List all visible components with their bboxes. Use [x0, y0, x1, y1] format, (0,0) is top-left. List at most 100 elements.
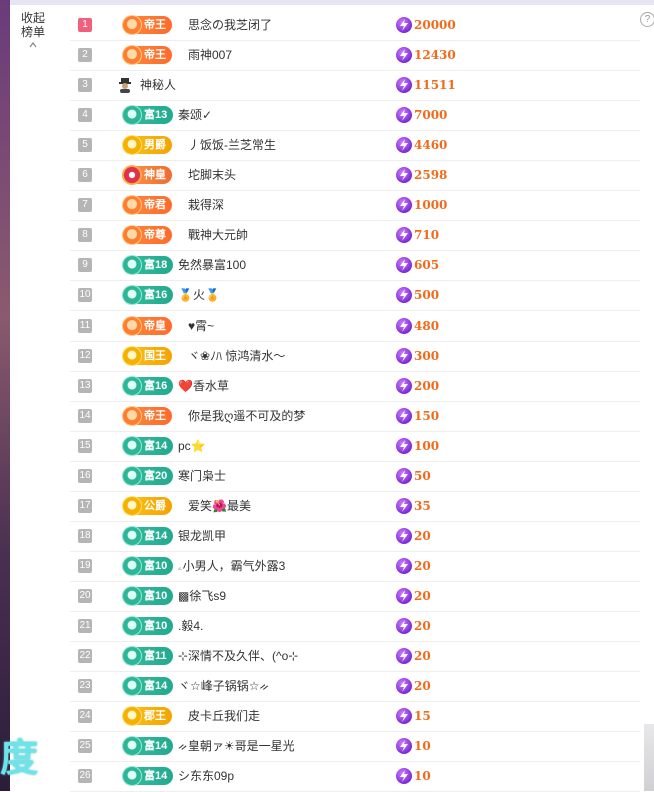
- level-badge-icon: [122, 135, 142, 155]
- level-badge: 富14: [122, 436, 174, 456]
- user-name[interactable]: 秦颂✓: [178, 107, 212, 123]
- lightning-coin-icon: [396, 648, 412, 664]
- ranking-row[interactable]: 4 富13 秦颂✓ 7000: [70, 100, 640, 131]
- level-badge: 富16: [122, 285, 174, 305]
- user-name[interactable]: ۦ小男人，霸气外露3: [178, 558, 285, 574]
- contribution-amount: 7000: [414, 108, 448, 122]
- ranking-row[interactable]: 20 富10 ▩徐飞s9 20: [70, 581, 640, 612]
- user-name[interactable]: 雨神007: [188, 47, 232, 63]
- lightning-coin-icon: [396, 678, 412, 694]
- collapse-ranking-button[interactable]: 收起 榜单: [16, 11, 50, 49]
- ranking-row[interactable]: 18 富14 银龙凯甲 20: [70, 521, 640, 552]
- level-badge-icon: [122, 316, 142, 336]
- lightning-coin-icon: [396, 768, 412, 784]
- user-name[interactable]: pc⭐: [178, 438, 206, 454]
- ranking-row[interactable]: 8 帝尊 戰神大元帥 710: [70, 220, 640, 251]
- question-icon[interactable]: ?: [640, 12, 654, 27]
- level-badge-icon: [122, 406, 142, 426]
- rank-number: 10: [78, 288, 92, 302]
- user-name[interactable]: ❤️香水草: [178, 378, 229, 394]
- ranking-row[interactable]: 7 帝君 栽得深 1000: [70, 190, 640, 221]
- ranking-row[interactable]: 1 帝王 思念の我芝闭了 20000: [70, 10, 640, 41]
- user-name[interactable]: 思念の我芝闭了: [188, 17, 272, 33]
- level-badge-label: 富14: [144, 530, 168, 542]
- user-name[interactable]: ヾ❀ﾉﾊ 惊鸿清水～: [188, 348, 285, 364]
- ranking-row[interactable]: 9 富18 免然暴富100 605: [70, 250, 640, 281]
- level-badge-label: 公爵: [144, 500, 166, 512]
- user-name[interactable]: ヾ☆峰子锅锅☆ᨀ: [178, 678, 269, 694]
- contribution-amount: 710: [414, 228, 440, 242]
- level-badge: 帝王: [122, 45, 172, 65]
- contribution-amount: 50: [414, 469, 431, 483]
- ranking-row[interactable]: 22 富11 ⊹深情不及久伴、(^o⊹ 20: [70, 641, 640, 672]
- ranking-row[interactable]: 13 富16 ❤️香水草 200: [70, 371, 640, 402]
- lightning-coin-icon: [396, 738, 412, 754]
- lightning-coin-icon: [396, 498, 412, 514]
- rank-number: 26: [78, 769, 92, 783]
- contribution-amount: 300: [414, 349, 440, 363]
- level-badge-icon: [122, 225, 142, 245]
- user-name[interactable]: 神秘人: [140, 77, 176, 93]
- level-badge-icon: [122, 526, 142, 546]
- level-badge-icon: [122, 376, 142, 396]
- mystery-person-icon: [119, 78, 131, 93]
- user-name[interactable]: 栽得深: [188, 197, 224, 213]
- user-name[interactable]: 免然暴富100: [178, 257, 246, 273]
- user-name[interactable]: 丿饭饭-兰芝常生: [188, 137, 276, 153]
- background-edge: [644, 724, 654, 791]
- ranking-row[interactable]: 3 神秘人 11511: [70, 70, 640, 101]
- user-name[interactable]: 戰神大元帥: [188, 227, 248, 243]
- level-badge: 神皇: [122, 165, 172, 185]
- rank-number: 7: [78, 198, 92, 212]
- lightning-coin-icon: [396, 528, 412, 544]
- ranking-row[interactable]: 15 富14 pc⭐ 100: [70, 431, 640, 462]
- user-name[interactable]: シ东东09p: [178, 768, 234, 784]
- rank-number: 5: [78, 138, 92, 152]
- ranking-row[interactable]: 11 帝皇 ♥霄~ 480: [70, 311, 640, 342]
- ranking-row[interactable]: 17 公爵 爱笑🌺最美 35: [70, 491, 640, 522]
- ranking-row[interactable]: 10 富16 🏅火🏅 500: [70, 280, 640, 311]
- contribution-amount: 20: [414, 649, 431, 663]
- ranking-row[interactable]: 2 帝王 雨神007 12430: [70, 40, 640, 71]
- ranking-row[interactable]: 6 神皇 坨脚末头 2598: [70, 160, 640, 191]
- contribution-amount: 10: [414, 769, 431, 783]
- user-name[interactable]: 坨脚末头: [188, 167, 236, 183]
- contribution-amount: 20: [414, 619, 431, 633]
- level-badge-label: 富11: [144, 650, 167, 662]
- lightning-coin-icon: [396, 468, 412, 484]
- user-name[interactable]: ⊹深情不及久伴、(^o⊹: [178, 648, 298, 664]
- rank-number: 14: [78, 409, 92, 423]
- ranking-row[interactable]: 24 郡王 皮卡丘我们走 15: [70, 701, 640, 732]
- level-badge-icon: [122, 285, 142, 305]
- level-badge-label: 帝王: [144, 19, 166, 31]
- user-name[interactable]: 🏅火🏅: [178, 287, 220, 303]
- ranking-row[interactable]: 16 富20 寒门枭士 50: [70, 461, 640, 492]
- ranking-row[interactable]: 26 富14 シ东东09p 10: [70, 761, 640, 792]
- ranking-row[interactable]: 14 帝王 你是我ღ遥不可及的梦 150: [70, 401, 640, 432]
- contribution-amount: 4460: [414, 138, 448, 152]
- ranking-row[interactable]: 25 富14 ᨀ皇朝ァ☀哥是一星光 10: [70, 731, 640, 762]
- ranking-row[interactable]: 5 男爵 丿饭饭-兰芝常生 4460: [70, 130, 640, 161]
- level-badge: 帝皇: [122, 316, 172, 336]
- contribution-amount: 20: [414, 529, 431, 543]
- ranking-row[interactable]: 19 富10 ۦ小男人，霸气外露3 20: [70, 551, 640, 582]
- user-name[interactable]: ▩徐飞s9: [178, 588, 226, 604]
- level-badge-icon: [122, 195, 142, 215]
- user-name[interactable]: 银龙凯甲: [178, 528, 226, 544]
- chevron-up-icon: [29, 42, 37, 48]
- contribution-amount: 605: [414, 258, 440, 272]
- level-badge-icon: [122, 736, 142, 756]
- user-name[interactable]: .毅4.: [178, 618, 203, 634]
- ranking-row[interactable]: 23 富14 ヾ☆峰子锅锅☆ᨀ 20: [70, 671, 640, 702]
- user-name[interactable]: ♥霄~: [188, 318, 214, 334]
- user-name[interactable]: 你是我ღ遥不可及的梦: [188, 408, 305, 424]
- level-badge-icon: [122, 255, 142, 275]
- ranking-row[interactable]: 12 国王 ヾ❀ﾉﾊ 惊鸿清水～ 300: [70, 341, 640, 372]
- lightning-coin-icon: [396, 618, 412, 634]
- user-name[interactable]: ᨀ皇朝ァ☀哥是一星光: [178, 738, 295, 754]
- user-name[interactable]: 皮卡丘我们走: [188, 708, 260, 724]
- contribution-amount: 150: [414, 409, 440, 423]
- user-name[interactable]: 寒门枭士: [178, 468, 226, 484]
- ranking-row[interactable]: 21 富10 .毅4. 20: [70, 611, 640, 642]
- user-name[interactable]: 爱笑🌺最美: [188, 498, 251, 514]
